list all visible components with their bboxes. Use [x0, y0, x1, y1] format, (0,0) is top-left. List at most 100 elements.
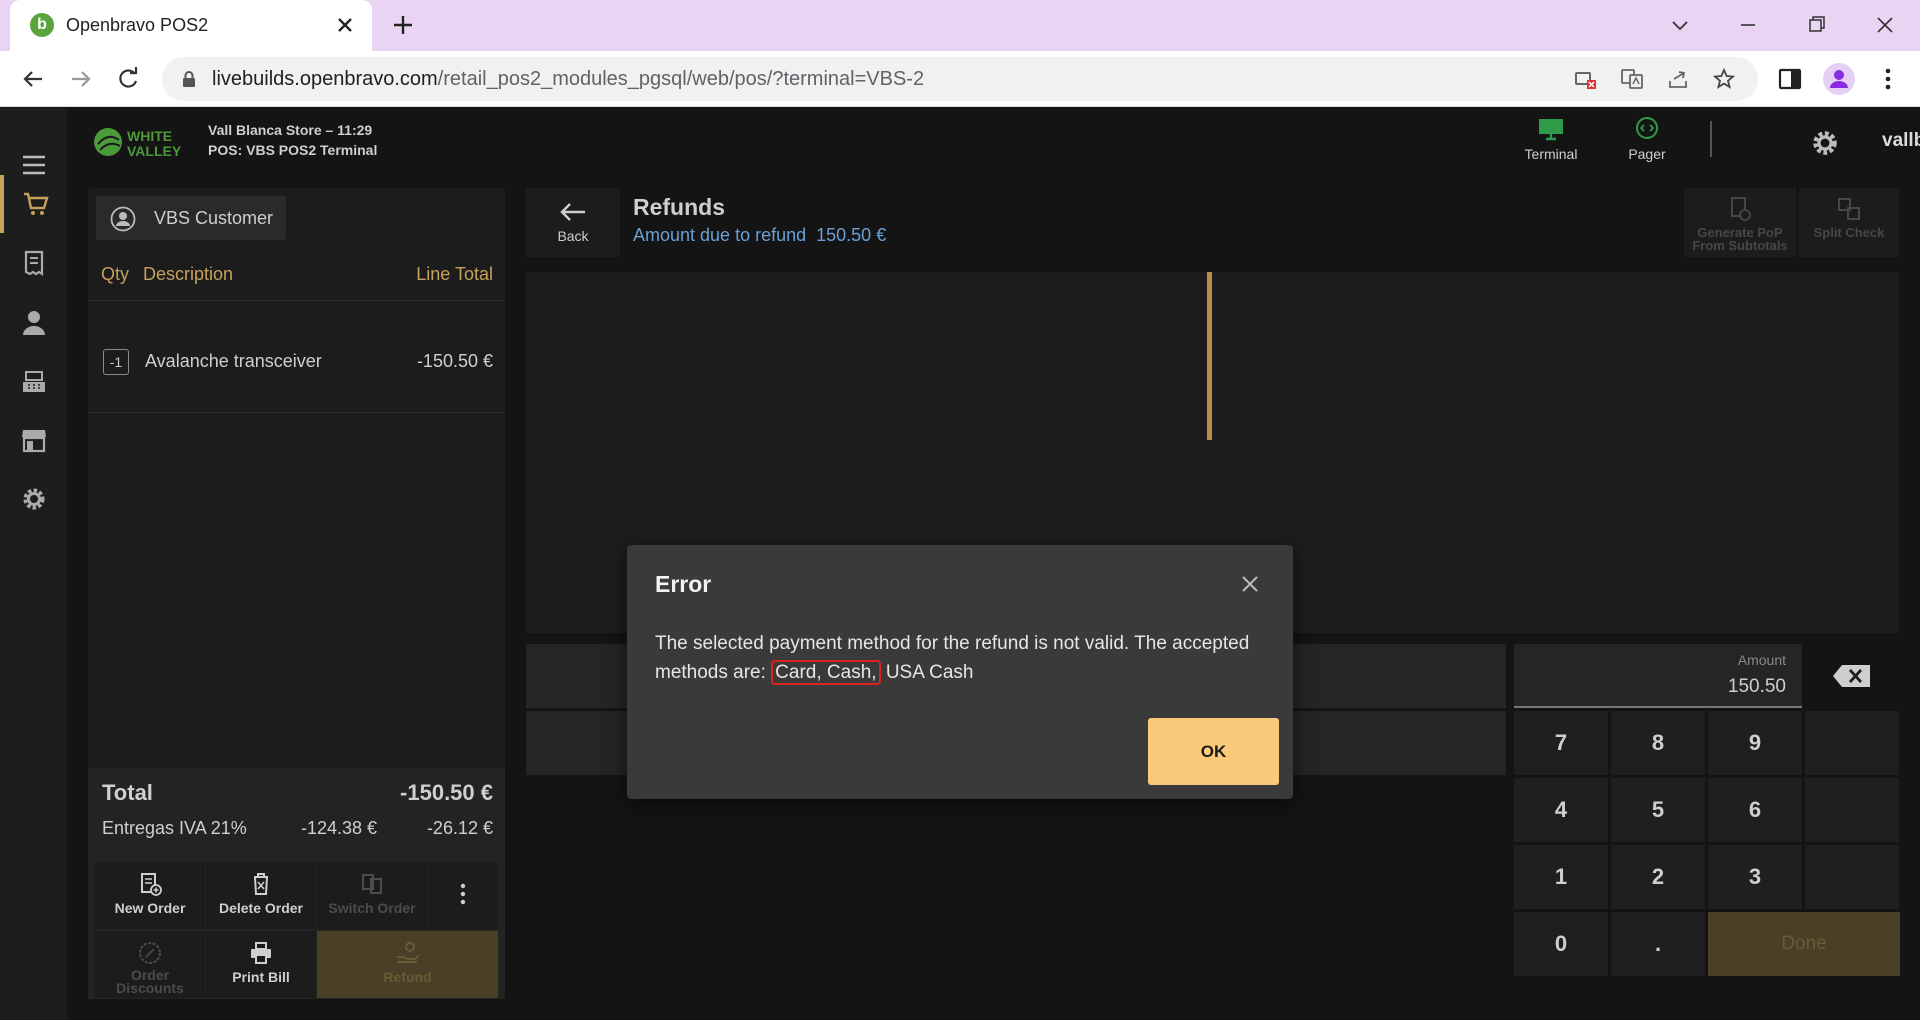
- sidebar-item-cash-register[interactable]: [0, 352, 67, 410]
- done-button[interactable]: Done: [1708, 912, 1900, 976]
- pager-button[interactable]: Pager: [1607, 116, 1687, 162]
- store-name-time: Vall Blanca Store – 11:29: [208, 122, 373, 138]
- line-description: Avalanche transceiver: [145, 351, 322, 371]
- browser-toolbar: livebuilds.openbravo.com/retail_pos2_mod…: [0, 51, 1920, 107]
- customer-avatar-icon: [110, 206, 136, 232]
- dialog-close-icon[interactable]: [1237, 571, 1263, 597]
- tab-search-chevron-icon[interactable]: [1665, 10, 1695, 40]
- tab-close-icon[interactable]: [332, 12, 358, 38]
- key-3[interactable]: 3: [1708, 845, 1802, 909]
- delete-order-label: Delete Order: [218, 900, 304, 916]
- sidebar-item-cart[interactable]: [0, 175, 67, 233]
- key-2[interactable]: 2: [1611, 845, 1705, 909]
- tax-amount: -26.12 €: [426, 818, 493, 838]
- share-icon[interactable]: [1666, 67, 1690, 91]
- browser-menu-icon[interactable]: [1874, 65, 1902, 93]
- key-0[interactable]: 0: [1514, 912, 1608, 976]
- sidebar-item-settings[interactable]: [0, 470, 67, 528]
- ticket-totals: Total -150.50 € Entregas IVA 21% -124.38…: [88, 768, 505, 999]
- key-6[interactable]: 6: [1708, 778, 1802, 842]
- delete-order-button[interactable]: Delete Order: [206, 862, 316, 929]
- url-path: /retail_pos2_modules_pgsql/web/pos/?term…: [437, 68, 925, 90]
- sidebar-item-store[interactable]: [0, 411, 67, 469]
- key-8[interactable]: 8: [1611, 711, 1705, 775]
- dialog-message-text-end: USA Cash: [880, 662, 974, 683]
- refunds-title: Refunds: [633, 194, 725, 220]
- translate-icon[interactable]: [1620, 67, 1644, 91]
- key-decimal[interactable]: .: [1611, 912, 1705, 976]
- reload-icon[interactable]: [113, 64, 143, 94]
- username[interactable]: vallblanca: [1882, 130, 1920, 152]
- payment-divider: [1207, 272, 1212, 440]
- sidebar-item-orders[interactable]: [0, 234, 67, 292]
- amount-due: Amount due to refund 150.50 €: [633, 225, 886, 246]
- openbravo-favicon-icon: b: [30, 13, 54, 37]
- ok-button[interactable]: OK: [1148, 718, 1279, 785]
- key-1[interactable]: 1: [1514, 845, 1608, 909]
- new-tab-plus-icon[interactable]: [390, 12, 416, 38]
- back-label: Back: [557, 228, 589, 244]
- pos-header: WHITE VALLEY Vall Blanca Store – 11:29 P…: [67, 108, 1920, 180]
- lock-icon: [180, 70, 198, 88]
- browser-tab[interactable]: b Openbravo POS2: [10, 0, 372, 51]
- vertical-dots-icon: [460, 883, 466, 905]
- bookmark-star-icon[interactable]: [1712, 67, 1736, 91]
- terminal-label: Terminal: [1524, 146, 1578, 162]
- back-button[interactable]: Back: [526, 188, 620, 257]
- total-label: Total: [102, 780, 153, 805]
- key-9[interactable]: 9: [1708, 711, 1802, 775]
- generate-pop-button[interactable]: Generate PoP From Subtotals: [1684, 188, 1796, 257]
- side-panel-icon[interactable]: [1776, 65, 1804, 93]
- key-blank: [1805, 711, 1899, 775]
- window-close-icon[interactable]: [1870, 10, 1900, 40]
- new-order-button[interactable]: New Order: [95, 862, 205, 929]
- column-line-total: Line Total: [416, 264, 493, 284]
- dialog-message-highlight: Card, Cash,: [771, 660, 881, 685]
- key-4[interactable]: 4: [1514, 778, 1608, 842]
- order-discounts-button[interactable]: Order Discounts: [95, 931, 205, 998]
- back-arrow-icon[interactable]: [18, 64, 48, 94]
- new-order-icon: [141, 873, 162, 896]
- restore-icon[interactable]: [1802, 10, 1832, 40]
- total-value: -150.50 €: [400, 780, 493, 805]
- customer-button[interactable]: VBS Customer: [96, 196, 286, 240]
- terminal-button[interactable]: Terminal: [1511, 116, 1591, 162]
- tax-base: -124.38 €: [301, 818, 378, 838]
- column-description: Description: [143, 264, 234, 284]
- generate-pop-label-2: From Subtotals: [1692, 238, 1788, 253]
- tab-title: Openbravo POS2: [66, 15, 209, 35]
- sidebar-item-customers[interactable]: [0, 293, 67, 351]
- generate-pop-icon: [1731, 197, 1751, 221]
- amount-due-value: 150.50 €: [816, 225, 887, 245]
- dialog-message: The selected payment method for the refu…: [655, 629, 1265, 687]
- switch-order-button[interactable]: Switch Order: [317, 862, 427, 929]
- new-order-label: New Order: [114, 900, 186, 916]
- amount-input[interactable]: Amount 150.50: [1514, 644, 1802, 708]
- key-blank: [1805, 778, 1899, 842]
- backspace-button[interactable]: [1804, 644, 1899, 708]
- main-sidebar: [0, 108, 67, 1020]
- url-text[interactable]: livebuilds.openbravo.com/retail_pos2_mod…: [212, 68, 924, 91]
- split-check-button[interactable]: Split Check: [1799, 188, 1899, 257]
- header-settings-gear-icon[interactable]: [1810, 128, 1840, 158]
- print-bill-button[interactable]: Print Bill: [206, 931, 316, 998]
- key-5[interactable]: 5: [1611, 778, 1705, 842]
- refund-label: Refund: [383, 969, 432, 985]
- more-actions-button[interactable]: [428, 862, 498, 929]
- camera-blocked-icon[interactable]: [1574, 67, 1598, 91]
- terminal-monitor-icon: [1539, 119, 1563, 141]
- address-bar[interactable]: livebuilds.openbravo.com/retail_pos2_mod…: [162, 57, 1758, 101]
- line-total: -150.50 €: [416, 351, 493, 371]
- forward-arrow-icon[interactable]: [66, 64, 96, 94]
- discount-badge-icon: [139, 942, 161, 964]
- amount-due-label: Amount due to refund: [633, 225, 807, 245]
- key-7[interactable]: 7: [1514, 711, 1608, 775]
- header-divider: [1710, 121, 1712, 157]
- minimize-icon[interactable]: [1733, 10, 1763, 40]
- refund-button[interactable]: Refund: [317, 931, 498, 998]
- logo-text-white: WHITE: [127, 128, 172, 144]
- amount-label: Amount: [1737, 652, 1786, 668]
- store-icon: [21, 430, 46, 453]
- profile-avatar-icon[interactable]: [1823, 63, 1855, 95]
- dialog-title: Error: [655, 571, 712, 597]
